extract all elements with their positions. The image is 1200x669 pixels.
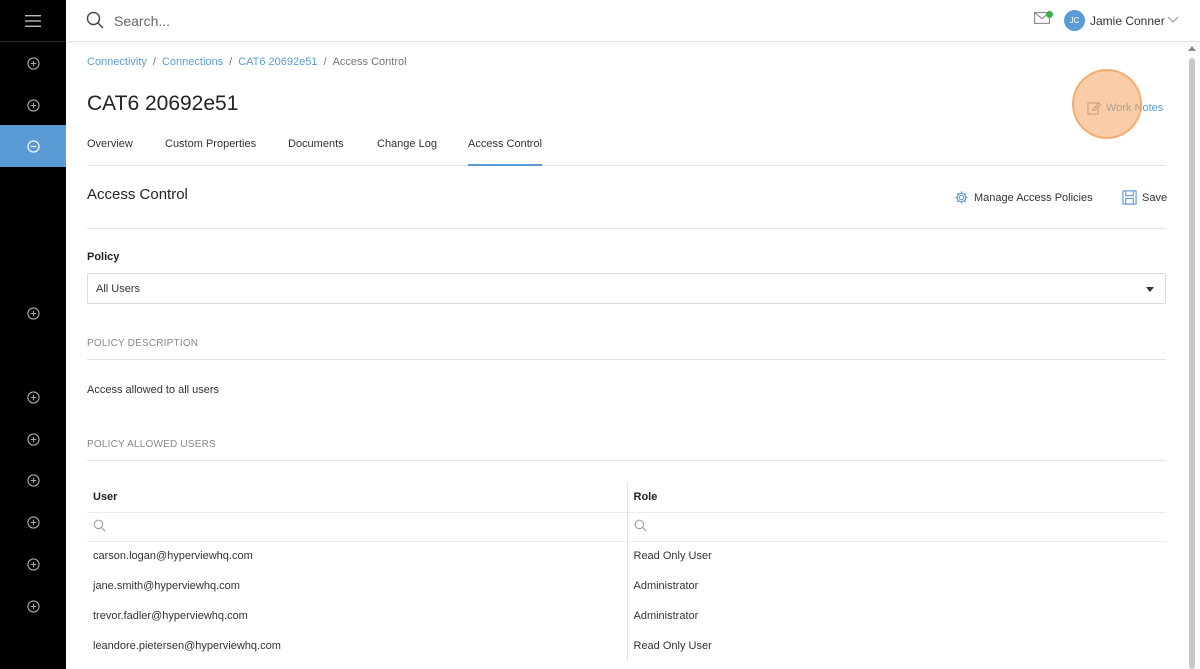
role-filter-cell[interactable] [627, 512, 1166, 542]
divider [87, 460, 1166, 461]
plus-circle-icon [26, 557, 40, 571]
search-icon [86, 11, 104, 29]
edit-icon [1087, 102, 1101, 115]
minus-circle-icon [26, 139, 40, 153]
table-row[interactable]: jane.smith@hyperviewhq.com Administrator [87, 571, 1166, 601]
sidebar-item-5[interactable] [0, 376, 66, 418]
breadcrumb-separator: / [323, 56, 327, 68]
save-icon [1122, 190, 1137, 205]
policy-label: Policy [87, 251, 120, 263]
breadcrumb-separator: / [229, 56, 233, 68]
plus-circle-icon [26, 56, 40, 70]
user-role: Administrator [633, 580, 699, 592]
sidebar [0, 0, 66, 669]
breadcrumb-current: Access Control [332, 56, 407, 68]
sidebar-item-2[interactable] [0, 84, 66, 126]
user-email: leandore.pietersen@hyperviewhq.com [87, 631, 628, 661]
divider [87, 228, 1166, 229]
user-email: trevor.fadler@hyperviewhq.com [87, 601, 628, 631]
gear-icon [955, 191, 968, 204]
breadcrumb-connectivity[interactable]: Connectivity [87, 56, 147, 68]
plus-circle-icon [26, 98, 40, 112]
user-email: carson.logan@hyperviewhq.com [87, 541, 628, 571]
menu-button[interactable] [0, 0, 66, 42]
page-title: CAT6 20692e51 [87, 92, 239, 115]
menu-icon [25, 14, 41, 27]
sidebar-item-7[interactable] [0, 459, 66, 501]
work-notes-button[interactable]: Work Notes [1087, 101, 1163, 115]
user-filter-cell[interactable] [87, 512, 628, 542]
search-icon [634, 519, 647, 532]
plus-circle-icon [26, 306, 40, 320]
table-header-row: User Role [87, 482, 1166, 513]
user-role: Administrator [633, 610, 699, 622]
tab-overview[interactable]: Overview [87, 137, 133, 166]
table-row[interactable]: carson.logan@hyperviewhq.com Read Only U… [87, 541, 1166, 571]
divider [87, 359, 1166, 360]
filter-row [87, 512, 1166, 542]
notification-dot [1046, 11, 1053, 18]
policy-allowed-users-heading: POLICY ALLOWED USERS [87, 439, 216, 450]
section-title: Access Control [87, 186, 188, 203]
scroll-up-arrow[interactable] [1188, 46, 1196, 51]
work-notes-label: Work Notes [1106, 102, 1164, 114]
avatar[interactable]: JC [1064, 10, 1085, 31]
search-input[interactable] [114, 8, 514, 34]
plus-circle-icon [26, 473, 40, 487]
policy-select[interactable]: All Users [87, 273, 1166, 304]
caret-down-icon [1146, 287, 1154, 292]
breadcrumb-separator: / [152, 56, 156, 68]
plus-circle-icon [26, 390, 40, 404]
policy-select-value: All Users [96, 283, 141, 295]
tab-bar: Overview Custom Properties Documents Cha… [87, 137, 1166, 166]
chevron-down-icon[interactable] [1167, 16, 1179, 24]
sidebar-item-1[interactable] [0, 42, 66, 84]
plus-circle-icon [26, 432, 40, 446]
sidebar-item-10[interactable] [0, 585, 66, 627]
tab-change-log[interactable]: Change Log [377, 137, 437, 166]
sidebar-item-8[interactable] [0, 501, 66, 543]
plus-circle-icon [26, 599, 40, 613]
tab-custom-properties[interactable]: Custom Properties [165, 137, 256, 166]
table-row[interactable]: trevor.fadler@hyperviewhq.com Administra… [87, 601, 1166, 631]
scrollbar[interactable] [1189, 58, 1195, 669]
sidebar-item-9[interactable] [0, 543, 66, 585]
tab-access-control[interactable]: Access Control [468, 137, 542, 166]
user-role: Read Only User [633, 640, 712, 652]
policy-description-text: Access allowed to all users [87, 384, 220, 396]
breadcrumb-connections[interactable]: Connections [162, 56, 223, 68]
top-bar: JC Jamie Conner [66, 0, 1200, 42]
column-header-role[interactable]: Role [627, 482, 1166, 513]
breadcrumb-asset[interactable]: CAT6 20692e51 [238, 56, 317, 68]
sidebar-item-3-active[interactable] [0, 125, 66, 167]
tab-documents[interactable]: Documents [288, 137, 344, 166]
policy-description-heading: POLICY DESCRIPTION [87, 338, 199, 349]
manage-access-policies-label: Manage Access Policies [974, 191, 1093, 204]
user-name[interactable]: Jamie Conner [1090, 14, 1165, 28]
save-button[interactable]: Save [1122, 190, 1167, 205]
search-icon [93, 519, 106, 532]
breadcrumb: Connectivity / Connections / CAT6 20692e51 / A… [87, 56, 407, 68]
sidebar-item-4[interactable] [0, 292, 66, 334]
manage-access-policies-button[interactable]: Manage Access Policies [954, 190, 1093, 205]
sidebar-item-6[interactable] [0, 418, 66, 460]
user-role: Read Only User [633, 550, 712, 563]
save-label: Save [1142, 191, 1168, 204]
table-row[interactable]: leandore.pietersen@hyperviewhq.com Read … [87, 631, 1166, 661]
column-header-user[interactable]: User [87, 482, 628, 513]
user-email: jane.smith@hyperviewhq.com [87, 571, 628, 601]
plus-circle-icon [26, 515, 40, 529]
allowed-users-table: User Role carson.logan@hyperviewhq.com R… [87, 482, 1166, 661]
